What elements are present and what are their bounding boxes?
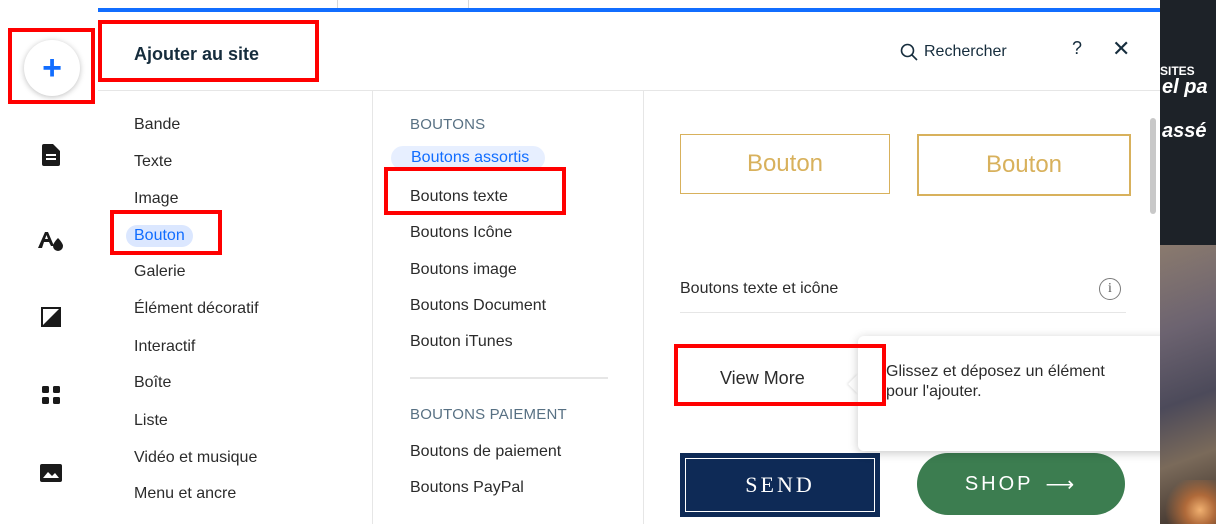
subcategory-item[interactable]: Bouton iTunes — [410, 333, 513, 351]
top-bar-left — [0, 0, 98, 12]
help-button[interactable]: ? — [1072, 38, 1082, 59]
category-item[interactable]: Image — [134, 190, 178, 208]
pages-button[interactable] — [36, 140, 66, 170]
annotation-box — [674, 344, 886, 406]
apps-grid-icon — [42, 386, 60, 404]
tooltip-text-line: pour l'ajouter. — [886, 383, 982, 400]
divider — [410, 377, 608, 379]
divider — [680, 312, 1126, 313]
drag-tooltip: Glissez et déposez un élément pour l'ajo… — [858, 336, 1212, 451]
category-item[interactable]: Galerie — [134, 263, 186, 281]
send-button-preview[interactable]: SEND — [680, 453, 880, 517]
subcategory-item[interactable]: Boutons Icône — [410, 224, 512, 242]
tooltip-text-line: Glissez et déposez un élément — [886, 363, 1105, 380]
annotation-box — [384, 167, 566, 215]
button-preview[interactable]: Bouton — [680, 134, 890, 194]
category-item[interactable]: Menu et ancre — [134, 485, 236, 503]
subcategory-item[interactable]: Boutons image — [410, 261, 517, 279]
category-item[interactable]: Élément décoratif — [134, 300, 259, 318]
annotation-box — [98, 20, 319, 82]
annotation-box — [8, 28, 95, 104]
shop-button-preview[interactable]: SHOP ⟶ — [917, 453, 1125, 515]
search-button[interactable]: Rechercher — [900, 38, 1007, 66]
category-item[interactable]: Liste — [134, 412, 168, 430]
category-item[interactable]: Texte — [134, 153, 172, 171]
arrow-right-icon: ⟶ — [1045, 473, 1078, 496]
design-button[interactable] — [36, 226, 66, 256]
category-item[interactable]: Vidéo et musique — [134, 449, 257, 467]
shop-label: SHOP — [964, 472, 1034, 495]
apps-button[interactable] — [36, 380, 66, 410]
category-item[interactable]: Bande — [134, 116, 180, 134]
subcategory-heading: BOUTONS — [410, 116, 486, 133]
subcategory-item[interactable]: Boutons Document — [410, 297, 546, 315]
category-item[interactable]: Interactif — [134, 338, 195, 356]
site-text: assé — [1162, 120, 1207, 142]
site-photo-glow — [1160, 480, 1216, 524]
button-preview[interactable]: Bouton — [917, 134, 1131, 196]
subcategory-heading: BOUTONS PAIEMENT — [410, 406, 567, 423]
theme-icon — [38, 232, 63, 251]
page-icon — [42, 144, 60, 166]
info-icon[interactable]: i — [1099, 278, 1121, 300]
annotation-box — [110, 210, 222, 255]
category-item[interactable]: Boîte — [134, 374, 171, 392]
scrollbar[interactable] — [1150, 118, 1156, 214]
site-text: el pa — [1162, 76, 1208, 98]
search-label: Rechercher — [924, 43, 1007, 60]
background-button[interactable] — [36, 302, 66, 332]
close-button[interactable]: ✕ — [1112, 36, 1130, 62]
background-icon — [41, 307, 61, 327]
media-button[interactable] — [36, 458, 66, 488]
subcategory-item[interactable]: Boutons de paiement — [410, 443, 561, 461]
section-label: Boutons texte et icône — [680, 280, 839, 297]
search-icon — [900, 43, 918, 61]
image-icon — [40, 464, 62, 482]
subcategory-item[interactable]: Boutons PayPal — [410, 479, 524, 497]
